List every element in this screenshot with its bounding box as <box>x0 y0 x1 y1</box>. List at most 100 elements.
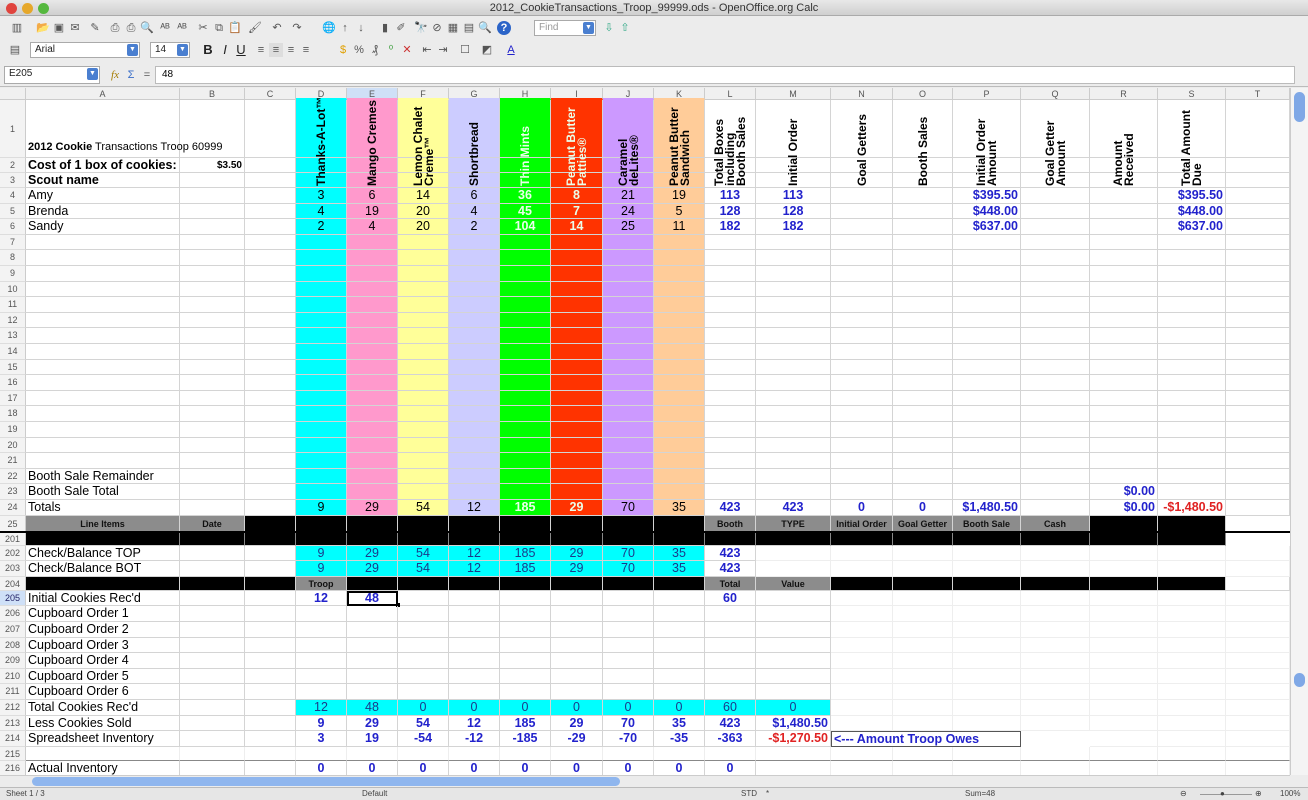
cell-A11[interactable] <box>26 297 180 313</box>
cell-B213[interactable] <box>180 715 245 732</box>
new-icon[interactable]: ▥ <box>10 21 24 35</box>
edit-icon[interactable]: ✎ <box>88 21 102 35</box>
cell-J14[interactable] <box>603 344 654 360</box>
justify-icon[interactable]: ≡ <box>299 43 313 57</box>
row-header-10[interactable]: 10 <box>0 281 26 298</box>
cell-C203[interactable] <box>245 561 296 577</box>
total-R[interactable]: $0.00 <box>1090 500 1158 516</box>
cell-A15[interactable] <box>26 359 180 376</box>
sheet-title[interactable]: 2012 Cookie Transactions Troop 60999 <box>26 100 222 158</box>
cell-B3[interactable] <box>180 173 245 188</box>
cell-G15[interactable] <box>449 359 500 376</box>
initial-total[interactable]: 60 <box>705 590 756 607</box>
cell-I208[interactable] <box>551 637 603 654</box>
cell-Q24[interactable] <box>1021 500 1090 516</box>
scout-count-K[interactable]: 11 <box>654 219 705 235</box>
cell-T16[interactable] <box>1226 375 1290 391</box>
cell-D209[interactable] <box>296 653 347 669</box>
cell-Q212[interactable] <box>1021 700 1090 716</box>
cell-H13[interactable] <box>500 328 551 344</box>
spreadsheet-inventory-L[interactable]: -363 <box>705 731 756 747</box>
cell-F12[interactable] <box>398 312 449 329</box>
amount-troop-owes-note[interactable]: <--- Amount Troop Owes <box>831 731 1021 747</box>
cell-B9[interactable] <box>180 266 245 282</box>
cell-O212[interactable] <box>893 700 953 716</box>
formula-input[interactable]: 48 <box>155 66 1295 84</box>
cell-C206[interactable] <box>245 606 296 622</box>
cell-F211[interactable] <box>398 684 449 700</box>
font-color-icon[interactable]: A <box>504 43 518 57</box>
cell-N205[interactable] <box>831 590 893 607</box>
cell-T15[interactable] <box>1226 359 1290 376</box>
cell-P19[interactable] <box>953 422 1021 438</box>
check-total[interactable]: 423 <box>705 545 756 562</box>
sum-icon[interactable]: Σ <box>124 68 138 82</box>
cell-B7[interactable] <box>180 234 245 251</box>
cell-N5[interactable] <box>831 203 893 220</box>
cell-T5[interactable] <box>1226 203 1290 220</box>
column-header-T[interactable]: T <box>1226 88 1290 100</box>
total-received-D[interactable]: 12 <box>296 700 347 716</box>
cell-N206[interactable] <box>831 606 893 622</box>
cell-S21[interactable] <box>1158 453 1226 469</box>
cell-B215[interactable] <box>180 746 245 761</box>
cell-Q206[interactable] <box>1021 606 1090 622</box>
cell-I8[interactable] <box>551 250 603 266</box>
cell-O22[interactable] <box>893 468 953 485</box>
cell-T205[interactable] <box>1226 590 1290 607</box>
actual-inventory-label[interactable]: Actual Inventory <box>26 760 180 775</box>
align-left-icon[interactable]: ≡ <box>254 43 268 57</box>
cell-Q7[interactable] <box>1021 234 1090 251</box>
cell-C6[interactable] <box>245 219 296 235</box>
cell-P23[interactable] <box>953 484 1021 500</box>
cell-T11[interactable] <box>1226 297 1290 313</box>
cell-R19[interactable] <box>1090 422 1158 438</box>
cell-T207[interactable] <box>1226 622 1290 638</box>
cell-P211[interactable] <box>953 684 1021 700</box>
cell-S9[interactable] <box>1158 266 1226 282</box>
cell-D210[interactable] <box>296 668 347 685</box>
cell-K10[interactable] <box>654 281 705 298</box>
cell-P10[interactable] <box>953 281 1021 298</box>
align-center-icon[interactable]: ≡ <box>269 43 283 57</box>
column-header-C[interactable]: C <box>245 88 296 100</box>
cell-O23[interactable] <box>893 484 953 500</box>
column-header-O[interactable]: O <box>893 88 953 100</box>
cell-C212[interactable] <box>245 700 296 716</box>
cell-M203[interactable] <box>756 561 831 577</box>
check-value-D[interactable]: 9 <box>296 545 347 562</box>
cell-J15[interactable] <box>603 359 654 376</box>
cell-K15[interactable] <box>654 359 705 376</box>
cell-A14[interactable] <box>26 344 180 360</box>
sort-descending-icon[interactable]: ↓ <box>354 21 368 35</box>
cell-K11[interactable] <box>654 297 705 313</box>
row-header-210[interactable]: 210 <box>0 668 26 685</box>
cell-E208[interactable] <box>347 637 398 654</box>
cell-P17[interactable] <box>953 390 1021 407</box>
redo-icon[interactable]: ↷ <box>290 21 304 35</box>
cell-C216[interactable] <box>245 760 296 775</box>
cell-R12[interactable] <box>1090 312 1158 329</box>
cell-B205[interactable] <box>180 590 245 607</box>
cell-S14[interactable] <box>1158 344 1226 360</box>
cell-G207[interactable] <box>449 622 500 638</box>
spreadsheet-grid[interactable]: A B C D E F G H I J K L M N O P Q R S T 1 2 3 4 5 6 7 8 9 10 11 12 13 14 1… <box>0 88 1290 775</box>
row-header-14[interactable]: 14 <box>0 344 26 360</box>
zoom-slider[interactable] <box>1200 794 1252 795</box>
less-sold-F[interactable]: 54 <box>398 715 449 732</box>
cell-T9[interactable] <box>1226 266 1290 282</box>
cell-J207[interactable] <box>603 622 654 638</box>
cell-A7[interactable] <box>26 234 180 251</box>
cell-M211[interactable] <box>756 684 831 700</box>
less-sold-L[interactable]: 423 <box>705 715 756 732</box>
cell-B206[interactable] <box>180 606 245 622</box>
add-decimal-icon[interactable]: ⁰ <box>384 43 398 57</box>
cell-C17[interactable] <box>245 390 296 407</box>
cell-Q22[interactable] <box>1021 468 1090 485</box>
actual-inventory-I[interactable]: 0 <box>551 760 603 775</box>
row-header-207[interactable]: 207 <box>0 622 26 638</box>
cell-B12[interactable] <box>180 312 245 329</box>
total-S[interactable]: -$1,480.50 <box>1158 500 1226 516</box>
check-value-J[interactable]: 70 <box>603 561 654 577</box>
scout-count-K[interactable]: 19 <box>654 188 705 204</box>
